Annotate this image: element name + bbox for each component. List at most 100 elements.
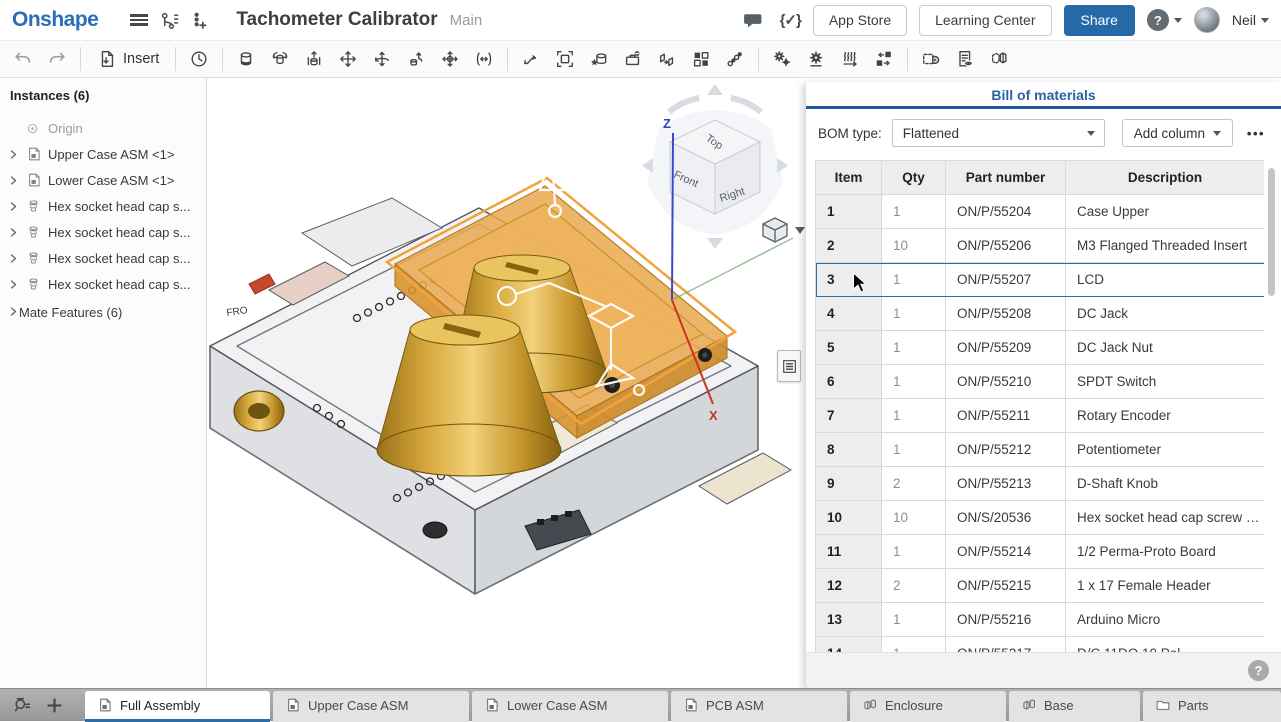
bom-table-row[interactable]: 2 10 ON/P/55206 M3 Flanged Threaded Inse…	[816, 229, 1265, 263]
bom-table-row[interactable]: 3 1 ON/P/55207 LCD	[816, 263, 1265, 297]
document-tab[interactable]: PCB ASM	[671, 691, 847, 722]
bom-table-row[interactable]: 10 10 ON/S/20536 Hex socket head cap scr…	[816, 501, 1265, 535]
expand-chevron-icon[interactable]	[8, 305, 19, 320]
expand-chevron-icon[interactable]	[8, 201, 26, 212]
document-tab[interactable]: Lower Case ASM	[472, 691, 668, 722]
dc-jack-nut[interactable]	[234, 391, 284, 431]
sprocket-relation-button[interactable]	[799, 43, 833, 75]
manage-tabs-icon[interactable]	[8, 692, 36, 720]
tangent-mate-button[interactable]	[467, 43, 501, 75]
rotate-down-arrow[interactable]	[707, 238, 723, 249]
tree-item[interactable]: Upper Case ASM <1>	[0, 141, 206, 167]
gear-relation-button[interactable]	[765, 43, 799, 75]
screw-relation-button[interactable]	[833, 43, 867, 75]
bom-table-row[interactable]: 4 1 ON/P/55208 DC Jack	[816, 297, 1265, 331]
mate-features-item[interactable]: Mate Features (6)	[0, 299, 206, 325]
bom-help-icon[interactable]: ?	[1248, 660, 1269, 681]
learning-center-button[interactable]: Learning Center	[919, 5, 1051, 36]
ball-mate-button[interactable]	[433, 43, 467, 75]
bom-table-row[interactable]: 13 1 ON/P/55216 Arduino Micro	[816, 603, 1265, 637]
assembly-3d-model[interactable]: FRO Top Front Right Z X	[207, 78, 806, 688]
tree-item[interactable]: Origin	[0, 115, 206, 141]
circular-pattern-button[interactable]	[718, 43, 752, 75]
fastened-mate-button[interactable]	[229, 43, 263, 75]
bom-table-row[interactable]: 14 1 ON/P/55217 D/C 11DO 10 Pol...	[816, 637, 1265, 653]
section-view-button[interactable]	[914, 43, 948, 75]
insert-element-icon[interactable]	[184, 5, 214, 35]
bom-column-header[interactable]: Description	[1066, 161, 1265, 195]
revolute-mate-button[interactable]	[263, 43, 297, 75]
user-avatar[interactable]	[1194, 7, 1220, 33]
redo-button[interactable]	[40, 43, 74, 75]
bom-type-select[interactable]: Flattened	[892, 119, 1105, 147]
bom-table-row[interactable]: 12 2 ON/P/55215 1 x 17 Female Header	[816, 569, 1265, 603]
bom-table-row[interactable]: 1 1 ON/P/55204 Case Upper	[816, 195, 1265, 229]
bom-table-row[interactable]: 7 1 ON/P/55211 Rotary Encoder	[816, 399, 1265, 433]
rotate-up-arrow[interactable]	[707, 84, 723, 95]
expand-chevron-icon[interactable]	[8, 279, 26, 290]
in-context-button[interactable]	[616, 43, 650, 75]
mate-button[interactable]	[514, 43, 548, 75]
cylindrical-mate-button[interactable]	[365, 43, 399, 75]
view-options-button[interactable]	[763, 218, 805, 242]
expand-chevron-icon[interactable]	[8, 149, 26, 160]
bom-table-row[interactable]: 8 1 ON/P/55212 Potentiometer	[816, 433, 1265, 467]
user-menu[interactable]: Neil	[1232, 12, 1269, 28]
tree-item[interactable]: Hex socket head cap s...	[0, 271, 206, 297]
expand-chevron-icon[interactable]	[8, 253, 26, 264]
assembly-icon	[683, 697, 699, 713]
bom-table-button[interactable]	[948, 43, 982, 75]
onshape-logo[interactable]: Onshape	[12, 8, 98, 32]
tree-item[interactable]: Lower Case ASM <1>	[0, 167, 206, 193]
rotate-right-arrow[interactable]	[777, 158, 788, 173]
tree-item[interactable]: Hex socket head cap s...	[0, 219, 206, 245]
bom-overflow-menu-icon[interactable]: •••	[1243, 119, 1269, 147]
help-icon[interactable]: ?	[1147, 9, 1169, 31]
bom-panel-toggle-button[interactable]	[777, 350, 801, 382]
featurescript-notices-icon[interactable]: {✓}	[780, 11, 801, 29]
rotate-left-arrow[interactable]	[642, 158, 653, 173]
planar-mate-button[interactable]	[331, 43, 365, 75]
app-store-button[interactable]: App Store	[813, 5, 907, 36]
show-hidden-button[interactable]	[982, 43, 1016, 75]
bom-table-row[interactable]: 11 1 ON/P/55214 1/2 Perma-Proto Board	[816, 535, 1265, 569]
help-menu[interactable]: ?	[1147, 9, 1182, 31]
expand-chevron-icon[interactable]	[8, 227, 26, 238]
clock-button[interactable]	[182, 43, 216, 75]
version-tree-icon[interactable]	[154, 5, 184, 35]
insert-button[interactable]: Insert	[87, 43, 169, 75]
linear-pattern-button[interactable]	[684, 43, 718, 75]
document-tab[interactable]: Upper Case ASM	[273, 691, 469, 722]
document-tab[interactable]: Base	[1009, 691, 1140, 722]
sprocket-relation-icon	[806, 49, 826, 69]
pin-slot-mate-button[interactable]	[399, 43, 433, 75]
bom-table-row[interactable]: 5 1 ON/P/55209 DC Jack Nut	[816, 331, 1265, 365]
exploded-view-button[interactable]	[867, 43, 901, 75]
bom-scrollbar-thumb[interactable]	[1268, 168, 1275, 296]
bom-column-header[interactable]: Qty	[882, 161, 946, 195]
bom-column-header[interactable]: Part number	[946, 161, 1066, 195]
document-tab[interactable]: Full Assembly	[85, 691, 270, 722]
create-part-button[interactable]	[582, 43, 616, 75]
slider-mate-button[interactable]	[297, 43, 331, 75]
tree-item[interactable]: Hex socket head cap s...	[0, 193, 206, 219]
comments-icon[interactable]	[738, 5, 768, 35]
graphics-viewport[interactable]: FRO Top Front Right Z X	[207, 78, 806, 688]
bom-table-row[interactable]: 6 1 ON/P/55210 SPDT Switch	[816, 365, 1265, 399]
transform-button[interactable]	[650, 43, 684, 75]
bom-table-row[interactable]: 9 2 ON/P/55213 D-Shaft Knob	[816, 467, 1265, 501]
add-column-button[interactable]: Add column	[1122, 119, 1233, 147]
tree-item[interactable]: Hex socket head cap s...	[0, 245, 206, 271]
add-tab-icon[interactable]	[40, 692, 68, 720]
workspace-name[interactable]: Main	[450, 12, 483, 29]
chevron-down-icon	[1174, 18, 1182, 23]
share-button[interactable]: Share	[1064, 5, 1135, 36]
expand-chevron-icon[interactable]	[8, 175, 26, 186]
group-button[interactable]	[548, 43, 582, 75]
undo-button[interactable]	[6, 43, 40, 75]
bom-column-header[interactable]: Item	[816, 161, 882, 195]
bom-scrollbar[interactable]	[1268, 164, 1275, 648]
document-tab[interactable]: Enclosure	[850, 691, 1006, 722]
main-menu-icon[interactable]	[124, 5, 154, 35]
document-tab[interactable]: Parts	[1143, 691, 1281, 722]
